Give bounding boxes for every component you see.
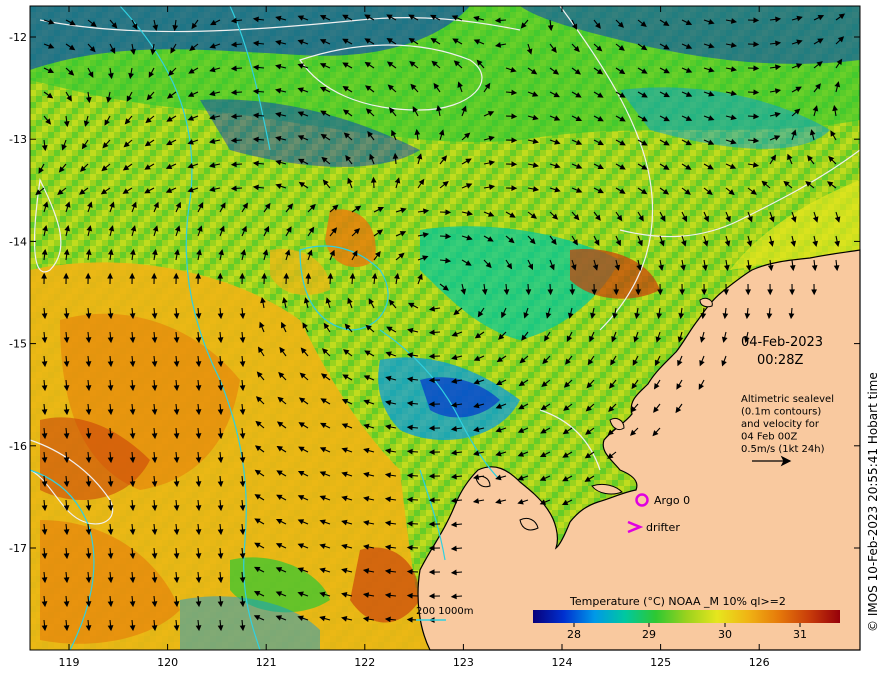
credit-text: © IMOS 10-Feb-2023 20:55:41 Hobart time	[866, 372, 880, 632]
x-tick-label: 122	[354, 656, 375, 669]
timestamp-time: 00:28Z	[757, 353, 803, 368]
altimetry-info-line: (0.1m contours)	[741, 407, 821, 418]
colorbar-tick-label: 31	[793, 628, 807, 641]
x-tick-label: 119	[59, 656, 80, 669]
x-tick-label: 123	[453, 656, 474, 669]
y-tick-label: -16	[9, 440, 27, 453]
colorbar-tick-label: 29	[642, 628, 656, 641]
colorbar-ramp	[533, 610, 840, 623]
colorbar-tick-label: 28	[567, 628, 581, 641]
drifter-label: drifter	[646, 521, 680, 534]
x-tick-label: 126	[749, 656, 770, 669]
altimetry-info-line: 04 Feb 00Z	[741, 432, 798, 443]
altimetry-info-line: and velocity for	[741, 419, 820, 430]
x-tick-label: 124	[552, 656, 573, 669]
colorbar-tick-label: 30	[718, 628, 732, 641]
y-tick-label: -17	[9, 542, 27, 555]
altimetry-info-line: Altimetric sealevel	[741, 394, 834, 405]
x-tick-label: 125	[650, 656, 671, 669]
timestamp-date: 04-Feb-2023	[741, 335, 823, 350]
x-tick-label: 120	[157, 656, 178, 669]
x-tick-label: 121	[256, 656, 277, 669]
colorbar-title: Temperature (°C) NOAA _M 10% ql>=2	[569, 595, 786, 608]
argo-label: Argo 0	[654, 494, 690, 507]
y-tick-label: -15	[9, 338, 27, 351]
y-tick-label: -12	[9, 31, 27, 44]
y-tick-label: -13	[9, 133, 27, 146]
y-tick-label: -14	[9, 235, 27, 248]
depth-label: 200 1000m	[416, 606, 473, 617]
altimetry-info-line: 0.5m/s (1kt 24h)	[741, 444, 825, 455]
sst-map: 04-Feb-2023 00:28Z Altimetric sealevel (0…	[9, 5, 861, 669]
